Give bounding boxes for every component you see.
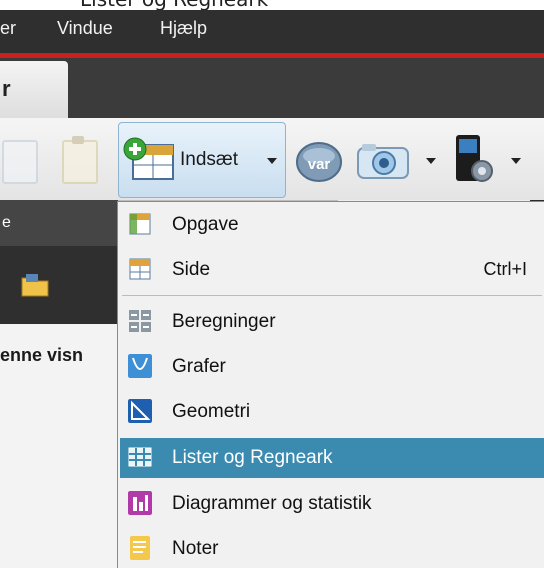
variable-icon[interactable]: var [294,140,344,184]
insert-icon [123,137,174,180]
menu-item-shortcut: Ctrl+I [483,259,527,279]
side-panel-toolbar [0,246,118,324]
tab-strip [0,58,544,118]
variable-label: var [308,156,331,173]
menu-item-side[interactable]: Side Ctrl+I [120,250,544,290]
menu-item-label: Lister og Regneark [172,447,333,468]
menu-item-label: Geometri [172,401,251,422]
menu-item-label: Noter [172,538,219,559]
menu-item-beregninger[interactable]: Beregninger [120,302,544,342]
camera-icon[interactable] [354,140,412,182]
data-stats-icon [128,491,152,515]
document-tab-label: r [2,76,11,101]
side-panel-text: enne visn [0,345,84,365]
graphs-icon [128,354,152,378]
notes-icon [130,536,150,560]
menubar: er Vindue Hjælp [0,10,544,53]
side-panel-header: e [0,200,118,246]
caption-text: Lister og Regneark [80,0,268,10]
insert-dropdown-arrow-icon[interactable] [267,158,277,164]
page-icon [129,258,151,280]
folder-icon[interactable] [20,272,50,298]
insert-button-label: Indsæt [180,149,239,170]
menu-separator [122,295,542,296]
menu-item-label: Beregninger [172,311,276,332]
document-tab[interactable]: r [0,61,68,118]
menu-item-label: Grafer [172,356,226,377]
copy-icon[interactable] [2,140,38,184]
camera-dropdown-arrow-icon[interactable] [426,158,436,164]
menu-item-opgave[interactable]: Opgave [120,205,544,245]
menu-item-grafer[interactable]: Grafer [120,347,544,387]
insert-dropdown-menu: Opgave Side Ctrl+I Beregninger Grafer Ge… [117,201,544,568]
problem-icon [129,213,151,235]
side-panel-header-label: e [2,214,11,231]
geometry-icon [128,399,152,423]
menu-item-help[interactable]: Hjælp [160,18,207,39]
menu-item-label: Side [172,259,211,280]
menu-item-noter[interactable]: Noter [120,529,544,569]
menu-item-window[interactable]: Vindue [57,18,113,39]
menu-item-label: Diagrammer og statistik [172,493,372,514]
menu-item-lister-og-regneark[interactable]: Lister og Regneark [120,438,544,478]
calculator-icon [129,310,151,332]
spreadsheet-icon [128,447,152,467]
device-dropdown-arrow-icon[interactable] [511,158,521,164]
menu-item-file[interactable]: er [0,18,16,39]
device-settings-icon[interactable] [448,133,496,185]
menu-item-diagrammer-og-statistik[interactable]: Diagrammer og statistik [120,484,544,524]
caption-strip: Lister og Regneark [0,0,544,10]
paste-icon[interactable] [62,136,98,184]
menu-item-geometri[interactable]: Geometri [120,392,544,432]
menu-item-label: Opgave [172,214,239,235]
